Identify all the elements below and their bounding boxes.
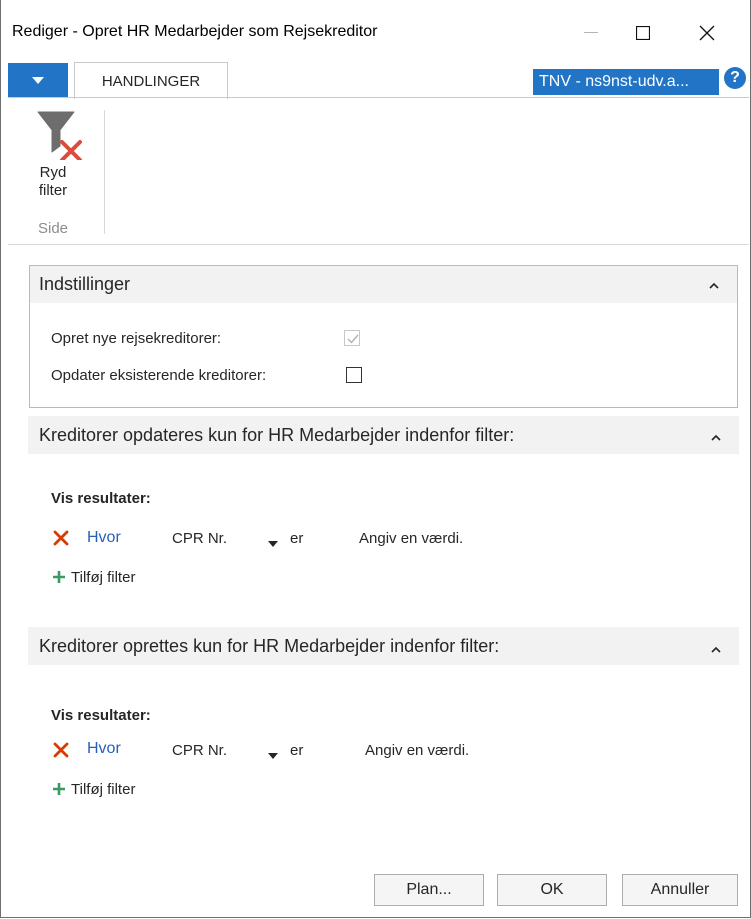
settings-title: Indstillinger (39, 274, 131, 294)
caret-down-icon[interactable] (268, 534, 278, 552)
clear-filter-label-line2: filter (38, 182, 68, 199)
remove-filter-icon[interactable] (53, 530, 69, 551)
filter-field-select[interactable]: CPR Nr. (172, 742, 227, 759)
chevron-up-icon[interactable] (709, 278, 719, 292)
chevron-up-icon[interactable] (711, 430, 721, 444)
show-results-label: Vis resultater: (51, 490, 151, 507)
filter-value-input[interactable]: Angiv en værdi. (359, 530, 463, 547)
minimize-icon (584, 32, 598, 33)
clear-filter-button[interactable]: Ryd filter (26, 164, 80, 200)
window-title: Rediger - Opret HR Medarbejder som Rejse… (12, 23, 378, 40)
ribbon-divider (8, 244, 749, 245)
checkbox-opret-nye (344, 330, 360, 346)
maximize-button[interactable] (620, 0, 666, 66)
settings-header[interactable] (30, 266, 737, 303)
filter-field-select[interactable]: CPR Nr. (172, 530, 227, 547)
plus-icon[interactable] (52, 570, 66, 589)
filter-operator: er (290, 530, 304, 547)
company-badge[interactable]: TNV - ns9nst-udv.a... (533, 69, 719, 95)
cancel-button[interactable]: Annuller (622, 874, 738, 906)
field-label-opret-nye: Opret nye rejsekreditorer: (51, 330, 222, 347)
filter-operator: er (290, 742, 304, 759)
clear-filter-label-line1: Ryd (39, 164, 67, 181)
tab-handlinger[interactable]: HANDLINGER (74, 62, 228, 99)
close-icon (699, 25, 715, 41)
chevron-up-icon[interactable] (711, 642, 721, 656)
add-filter-link[interactable]: Tilføj filter (71, 781, 135, 798)
ribbon-group-divider (104, 110, 105, 234)
where-label: Hvor (87, 740, 121, 757)
add-filter-link[interactable]: Tilføj filter (71, 569, 135, 586)
help-icon[interactable]: ? (724, 67, 746, 89)
minimize-button[interactable] (568, 0, 614, 66)
show-results-label: Vis resultater: (51, 707, 151, 724)
create-filter-title: Kreditorer oprettes kun for HR Medarbejd… (39, 636, 500, 656)
maximize-icon (636, 26, 650, 40)
ribbon-tab-divider (8, 97, 749, 98)
where-label: Hvor (87, 529, 121, 546)
checkmark-icon (347, 334, 359, 344)
plan-button[interactable]: Plan... (374, 874, 484, 906)
filter-value-input[interactable]: Angiv en værdi. (365, 742, 469, 759)
remove-filter-icon[interactable] (53, 742, 69, 763)
clear-filter-icon[interactable] (36, 110, 84, 165)
close-button[interactable] (684, 0, 730, 66)
field-label-opdater: Opdater eksisterende kreditorer: (51, 367, 267, 384)
plus-icon[interactable] (52, 782, 66, 801)
checkbox-opdater[interactable] (346, 367, 362, 383)
app-menu-button[interactable] (8, 63, 68, 97)
ok-button[interactable]: OK (497, 874, 607, 906)
caret-down-icon (32, 76, 44, 84)
ribbon-group-label: Side (37, 220, 69, 237)
caret-down-icon[interactable] (268, 746, 278, 764)
update-filter-title: Kreditorer opdateres kun for HR Medarbej… (39, 425, 515, 445)
